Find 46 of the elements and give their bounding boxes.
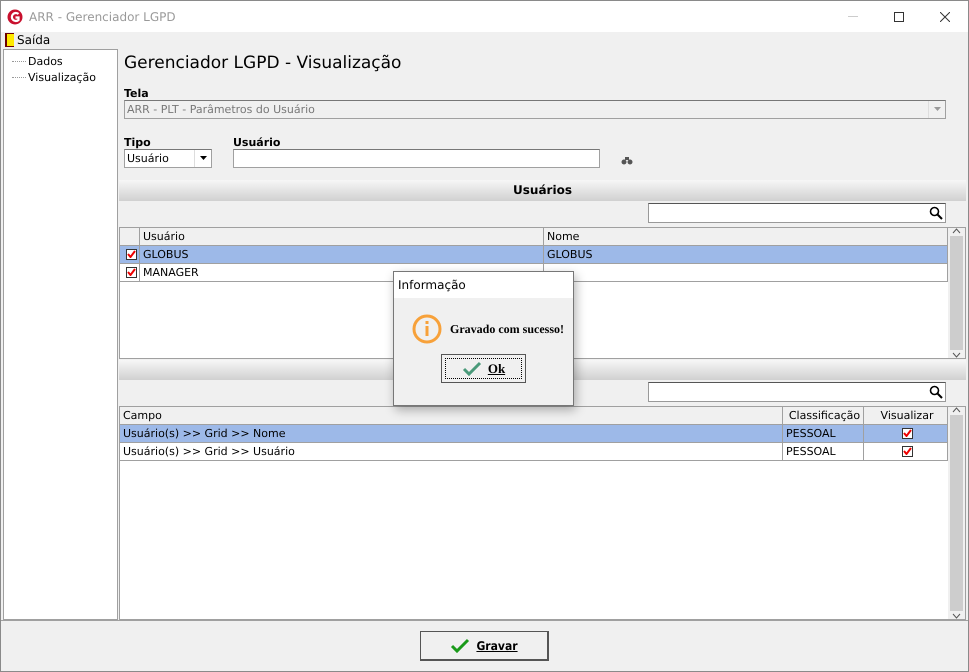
field-label: Usuário [233,136,282,149]
checkbox[interactable] [902,446,912,457]
window-title: ARR - Gerenciador LGPD [29,10,177,24]
exit-door-icon [5,33,14,47]
check-icon [462,360,482,376]
check-icon [450,638,470,654]
search-icon [929,384,943,399]
checkbox[interactable] [902,428,912,439]
tree-item[interactable]: Dados [28,54,63,68]
scrollbar-thumb[interactable] [950,236,963,350]
search-field[interactable] [648,382,946,402]
type-dropdown[interactable]: Usuário [124,148,212,168]
maximize-icon[interactable] [894,12,904,22]
column-header[interactable]: Classificação [783,406,864,424]
section-header: Usuários [119,180,966,201]
search-icon [929,206,943,220]
checkbox[interactable] [126,266,136,278]
dialog-message: Gravado com sucesso! [450,322,564,336]
table-cell: GLOBUS [140,246,544,263]
save-button[interactable]: Gravar [420,631,549,661]
scroll-up-icon[interactable] [952,406,961,413]
table-cell: Usuário(s) >> Grid >> Usuário [120,442,783,460]
caret-icon [200,156,206,160]
tree-item[interactable]: Visualização [28,70,96,84]
table-cell: Usuário(s) >> Grid >> Nome [120,424,783,442]
close-icon[interactable] [940,12,950,22]
column-header[interactable]: Usuário [140,228,544,245]
app-logo-icon [7,8,23,24]
ok-button[interactable]: Ok [441,354,526,383]
page-heading: Gerenciador LGPD - Visualização [123,52,402,75]
field-label: Tela [124,86,150,100]
caret-icon [934,107,940,112]
scroll-up-icon[interactable] [952,228,961,234]
info-icon [412,314,442,344]
checkbox[interactable] [126,248,136,260]
table-cell: PESSOAL [783,424,864,442]
binoculars-icon[interactable] [621,156,633,165]
search-field[interactable] [648,202,946,223]
field-label: Tipo [124,136,152,149]
scroll-down-icon[interactable] [952,352,961,358]
table-cell: PESSOAL [783,442,864,460]
dialog-title: Informação [394,272,573,298]
user-input-field[interactable] [233,148,600,168]
scrollbar-thumb[interactable] [950,414,963,612]
menu-item[interactable]: Saída [5,33,50,47]
scroll-down-icon[interactable] [952,613,961,620]
